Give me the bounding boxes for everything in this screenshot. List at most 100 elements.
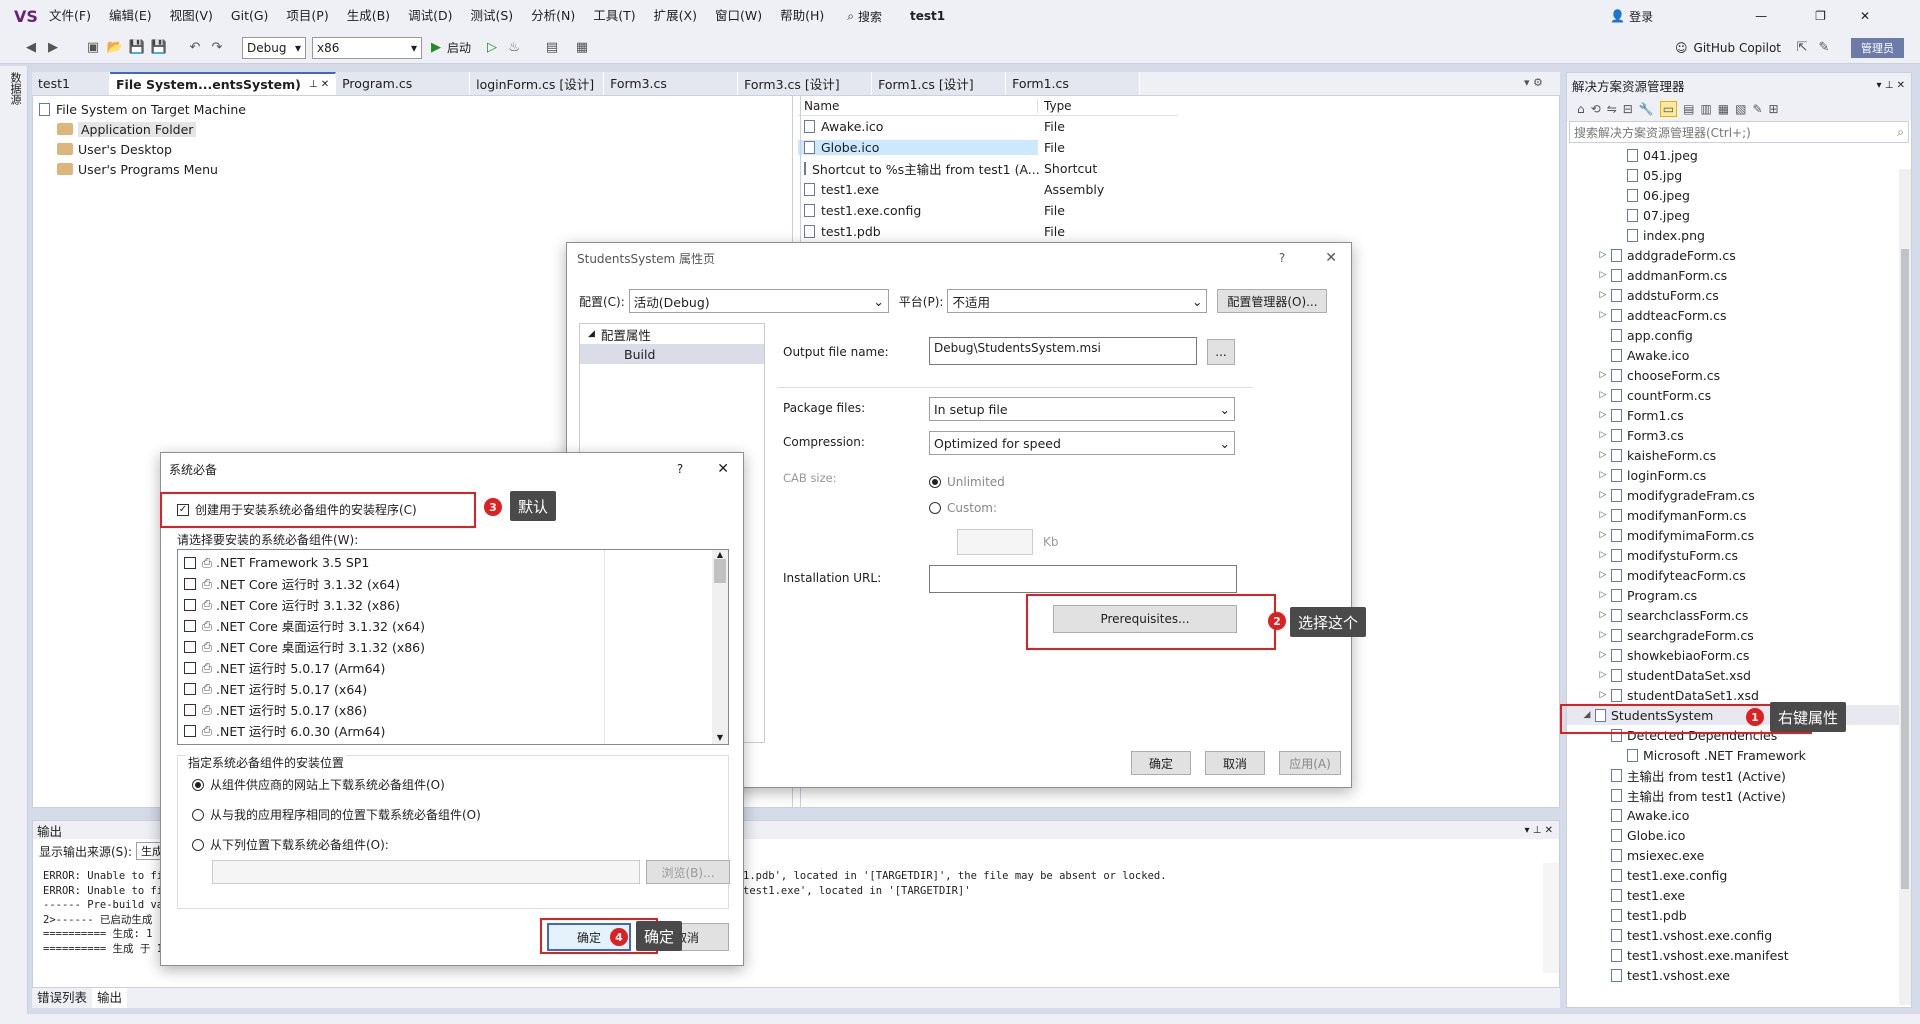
- close-window-button[interactable]: ✕: [1860, 9, 1870, 23]
- menu-item[interactable]: 工具(T): [584, 0, 644, 32]
- file-row[interactable]: test1.pdb File: [798, 221, 1178, 242]
- props-ok-button[interactable]: 确定: [1131, 751, 1191, 775]
- se-item[interactable]: ▷ modifystuForm.cs: [1567, 545, 1911, 565]
- collapsed-arrow-icon[interactable]: ▷: [1595, 570, 1611, 580]
- help-icon[interactable]: ?: [677, 462, 683, 476]
- se-window-controls[interactable]: ▾ ⊥ ✕: [1877, 80, 1911, 91]
- props-tree-root[interactable]: ◢ 配置属性: [580, 324, 764, 344]
- se-item[interactable]: ▷ modifymimaForm.cs: [1567, 525, 1911, 545]
- collapsed-arrow-icon[interactable]: ▷: [1595, 430, 1611, 440]
- history-icon[interactable]: ⟲: [1591, 102, 1601, 116]
- menu-item[interactable]: 分析(N): [522, 0, 584, 32]
- se-item[interactable]: Microsoft .NET Framework: [1567, 745, 1911, 765]
- properties-icon[interactable]: ▦: [1718, 102, 1729, 116]
- menu-item[interactable]: 生成(B): [338, 0, 399, 32]
- help-icon[interactable]: ?: [1279, 251, 1285, 265]
- close-icon[interactable]: ✕: [1325, 250, 1337, 266]
- component-item[interactable]: ⎙ .NET 运行时 5.0.17 (x86): [178, 699, 728, 720]
- start-without-debug-icon[interactable]: ▷: [481, 37, 503, 59]
- props-tree-build[interactable]: Build: [580, 344, 764, 364]
- collapse-icon[interactable]: ⊟: [1623, 102, 1633, 116]
- se-item[interactable]: 主输出 from test1 (Active): [1567, 765, 1911, 785]
- se-item[interactable]: ▷ searchclassForm.cs: [1567, 605, 1911, 625]
- unlimited-radio[interactable]: Unlimited: [929, 475, 1005, 489]
- file-row[interactable]: test1.exe.config File: [798, 200, 1178, 221]
- open-folder-icon[interactable]: 📂: [104, 37, 126, 59]
- fs-folder[interactable]: Application Folder: [39, 119, 792, 139]
- collapsed-arrow-icon[interactable]: ▷: [1595, 590, 1611, 600]
- se-item[interactable]: test1.pdb: [1567, 905, 1911, 925]
- se-item[interactable]: 05.jpg: [1567, 165, 1911, 185]
- show-all-icon[interactable]: ▭: [1659, 101, 1678, 117]
- se-item[interactable]: ▷ addmanForm.cs: [1567, 265, 1911, 285]
- platform-select[interactable]: 不适用 ⌄: [947, 289, 1208, 313]
- redo-icon[interactable]: ↷: [206, 37, 228, 59]
- user-icon[interactable]: 👤: [1610, 9, 1625, 23]
- download-from-location-radio[interactable]: 从下列位置下载系统必备组件(O):: [192, 836, 389, 853]
- menu-item[interactable]: 扩展(X): [645, 0, 706, 32]
- file-row[interactable]: Awake.ico File: [798, 116, 1178, 137]
- collapsed-arrow-icon[interactable]: ▷: [1595, 490, 1611, 500]
- login-link[interactable]: 登录: [1629, 8, 1653, 25]
- se-item[interactable]: ▷ modifymanForm.cs: [1567, 505, 1911, 525]
- component-item[interactable]: ⎙ .NET Core 运行时 3.1.32 (x86): [178, 594, 728, 615]
- se-item[interactable]: test1.vshost.exe: [1567, 965, 1911, 985]
- menu-item[interactable]: 测试(S): [461, 0, 522, 32]
- se-item[interactable]: ▷ searchgradeForm.cs: [1567, 625, 1911, 645]
- package-select[interactable]: In setup file ⌄: [929, 397, 1235, 421]
- menu-item[interactable]: 调试(D): [399, 0, 461, 32]
- menu-item[interactable]: 窗口(W): [706, 0, 771, 32]
- fs-folder[interactable]: User's Desktop: [39, 139, 792, 159]
- restore-button[interactable]: ❐: [1815, 9, 1826, 23]
- collapsed-arrow-icon[interactable]: ▷: [1595, 550, 1611, 560]
- view-code-icon[interactable]: ▤: [1683, 102, 1694, 116]
- tab-menu-icon[interactable]: ▾ ⚙: [1524, 76, 1543, 89]
- props-cancel-button[interactable]: 取消: [1205, 751, 1265, 775]
- start-icon[interactable]: ▶: [425, 37, 447, 59]
- se-item[interactable]: ▷ studentDataSet.xsd: [1567, 665, 1911, 685]
- se-item[interactable]: 06.jpeg: [1567, 185, 1911, 205]
- se-item[interactable]: 主输出 from test1 (Active): [1567, 785, 1911, 805]
- config-combo[interactable]: Debug ▾: [242, 36, 306, 59]
- collapsed-arrow-icon[interactable]: ▷: [1595, 630, 1611, 640]
- component-item[interactable]: ⎙ .NET Core 桌面运行时 3.1.32 (x64): [178, 615, 728, 636]
- se-item[interactable]: Awake.ico: [1567, 345, 1911, 365]
- output-window-controls[interactable]: ▾ ⊥ ✕: [1525, 825, 1559, 836]
- designer-icon[interactable]: ▥: [1700, 102, 1711, 116]
- filter-icon[interactable]: ✎: [1752, 102, 1762, 116]
- se-item[interactable]: ▷ Form1.cs: [1567, 405, 1911, 425]
- se-item[interactable]: ▷ addgradeForm.cs: [1567, 245, 1911, 265]
- menu-item[interactable]: 文件(F): [40, 0, 100, 32]
- search-box[interactable]: ⌕ 搜索: [847, 8, 882, 25]
- file-row[interactable]: Globe.ico File: [798, 137, 1178, 158]
- component-item[interactable]: ⎙ .NET Framework 3.5 SP1: [178, 552, 728, 573]
- se-item[interactable]: ▷ addteacForm.cs: [1567, 305, 1911, 325]
- collapsed-arrow-icon[interactable]: ▷: [1595, 310, 1611, 320]
- component-item[interactable]: ⎙ .NET 运行时 5.0.17 (x64): [178, 678, 728, 699]
- se-item[interactable]: test1.exe.config: [1567, 865, 1911, 885]
- doc-tab[interactable]: loginForm.cs [设计]: [470, 72, 605, 95]
- se-item[interactable]: 041.jpeg: [1567, 145, 1911, 165]
- feedback-icon[interactable]: ✎: [1813, 37, 1835, 59]
- menu-item[interactable]: 帮助(H): [771, 0, 833, 32]
- new-project-icon[interactable]: ▣: [82, 37, 104, 59]
- collapsed-arrow-icon[interactable]: ▷: [1595, 370, 1611, 380]
- menu-item[interactable]: 编辑(E): [100, 0, 161, 32]
- pin-icon[interactable]: ⊥ ✕: [309, 79, 329, 90]
- output-name-input[interactable]: Debug\StudentsSystem.msi: [929, 337, 1197, 365]
- minimize-button[interactable]: —: [1755, 9, 1767, 23]
- se-item[interactable]: index.png: [1567, 225, 1911, 245]
- doc-tab[interactable]: File System...entsSystem) ⊥ ✕: [110, 72, 337, 95]
- doc-tab[interactable]: Program.cs: [336, 72, 471, 95]
- more-icon[interactable]: ⊞: [1769, 102, 1779, 116]
- compression-select[interactable]: Optimized for speed ⌄: [929, 431, 1235, 455]
- save-all-icon[interactable]: 💾: [148, 37, 170, 59]
- toolbox-icon[interactable]: ▤: [541, 37, 563, 59]
- undo-icon[interactable]: ↶: [184, 37, 206, 59]
- se-item[interactable]: ▷ chooseForm.cs: [1567, 365, 1911, 385]
- collapsed-arrow-icon[interactable]: ▷: [1595, 610, 1611, 620]
- file-row[interactable]: test1.exe Assembly: [798, 179, 1178, 200]
- se-item[interactable]: ▷ addstuForm.cs: [1567, 285, 1911, 305]
- doc-tab[interactable]: Form3.cs: [604, 72, 739, 95]
- sync-icon[interactable]: ⇋: [1607, 102, 1617, 116]
